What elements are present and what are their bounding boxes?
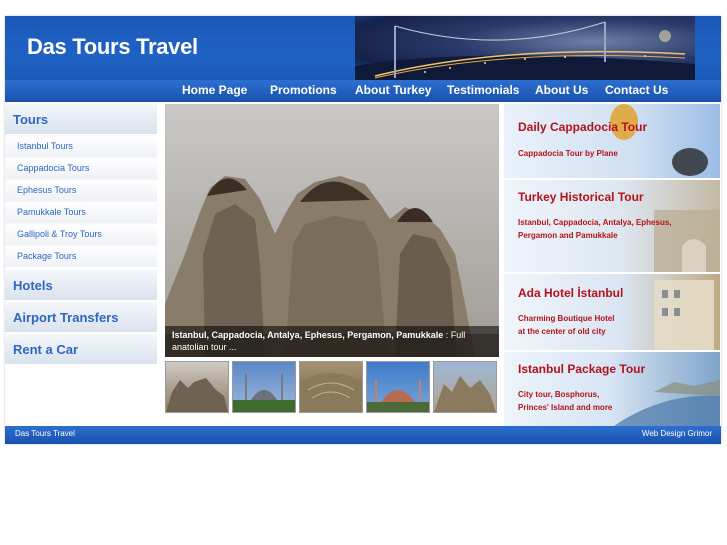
nav-promotions[interactable]: Promotions (270, 83, 337, 97)
footer-copyright: Das Tours Travel (15, 429, 75, 438)
promo-title: Ada Hotel İstanbul (518, 286, 624, 300)
main-nav: Home Page Promotions About Turkey Testim… (5, 80, 721, 102)
promo-title: Istanbul Package Tour (518, 362, 646, 376)
site-title[interactable]: Das Tours Travel (27, 34, 198, 60)
sidebar-item-rent-a-car[interactable]: Rent a Car (5, 334, 157, 364)
promo-title: Daily Cappadocia Tour (518, 120, 648, 134)
caption-bold: Istanbul, Cappadocia, Antalya, Ephesus, … (172, 330, 444, 340)
thumbnail-strip (165, 361, 501, 413)
sidebar-item-cappadocia-tours[interactable]: Cappadocia Tours (5, 157, 157, 179)
sidebar-tours-label: Tours (13, 112, 49, 127)
thumbnail-blue-mosque[interactable] (232, 361, 296, 413)
promo-istanbul-package[interactable]: Istanbul Package Tour City tour, Bosphor… (504, 352, 720, 426)
promo-line: Cappadocia Tour by Plane (518, 149, 618, 158)
thumbnail-ephesus-theatre[interactable] (299, 361, 363, 413)
sidebar-item-label: Gallipoli & Troy Tours (17, 229, 102, 239)
thumbnail-fairy-chimneys[interactable] (433, 361, 497, 413)
sidebar-item-hotels[interactable]: Hotels (5, 270, 157, 300)
header-bridge-image (355, 16, 695, 80)
sidebar-airport-label: Airport Transfers (13, 310, 119, 325)
sidebar-item-istanbul-tours[interactable]: Istanbul Tours (5, 135, 157, 157)
promo-line: at the center of old city (518, 327, 606, 336)
sidebar-rentacar-label: Rent a Car (13, 342, 79, 357)
thumbnail-hagia-sophia[interactable] (366, 361, 430, 413)
main-slideshow-image[interactable]: Istanbul, Cappadocia, Antalya, Ephesus, … (165, 104, 499, 357)
sidebar-item-airport-transfers[interactable]: Airport Transfers (5, 302, 157, 332)
sidebar-item-label: Package Tours (17, 251, 77, 261)
sidebar-item-gallipoli-troy-tours[interactable]: Gallipoli & Troy Tours (5, 223, 157, 245)
header: Das Tours Travel Home Page Promotions Ab… (5, 16, 721, 102)
sidebar-item-pamukkale-tours[interactable]: Pamukkale Tours (5, 201, 157, 223)
promo-line: Charming Boutique Hotel (518, 314, 615, 323)
sidebar-item-package-tours[interactable]: Package Tours (5, 245, 157, 267)
promo-daily-cappadocia[interactable]: Daily Cappadocia Tour Cappadocia Tour by… (504, 104, 720, 178)
caption-text: Istanbul, Cappadocia, Antalya, Ephesus, … (172, 329, 492, 353)
sidebar-item-label: Istanbul Tours (17, 141, 73, 151)
promo-ada-hotel[interactable]: Ada Hotel İstanbul Charming Boutique Hot… (504, 274, 720, 350)
nav-home-page[interactable]: Home Page (182, 83, 247, 97)
promo-text: Istanbul, Cappadocia, Antalya, Ephesus, … (518, 216, 672, 242)
sidebar-item-label: Ephesus Tours (17, 185, 77, 195)
promo-line: Princes' Island and more (518, 403, 613, 412)
nav-about-turkey[interactable]: About Turkey (355, 83, 431, 97)
footer-web-design-link[interactable]: Web Design Grimor (642, 429, 712, 438)
page-frame: Das Tours Travel Home Page Promotions Ab… (5, 16, 721, 444)
promo-line: Pergamon and Pamukkale (518, 231, 618, 240)
sidebar-item-tours[interactable]: Tours (5, 104, 157, 134)
promo-text: Charming Boutique Hotel at the center of… (518, 312, 614, 338)
sidebar-item-ephesus-tours[interactable]: Ephesus Tours (5, 179, 157, 201)
promo-text: City tour, Bosphorus, Princes' Island an… (518, 388, 612, 414)
sidebar-hotels-label: Hotels (13, 278, 53, 293)
promo-turkey-historical[interactable]: Turkey Historical Tour Istanbul, Cappado… (504, 180, 720, 272)
promo-line: City tour, Bosphorus, (518, 390, 600, 399)
promo-text: Cappadocia Tour by Plane (518, 147, 618, 160)
footer: Das Tours Travel Web Design Grimor (5, 426, 721, 444)
slideshow-caption: Istanbul, Cappadocia, Antalya, Ephesus, … (165, 326, 499, 357)
sidebar-item-label: Cappadocia Tours (17, 163, 90, 173)
nav-testimonials[interactable]: Testimonials (447, 83, 519, 97)
nav-about-us[interactable]: About Us (535, 83, 588, 97)
nav-contact-us[interactable]: Contact Us (605, 83, 668, 97)
promo-line: Istanbul, Cappadocia, Antalya, Ephesus, (518, 218, 672, 227)
promo-title: Turkey Historical Tour (518, 190, 644, 204)
thumbnail-cappadocia[interactable] (165, 361, 229, 413)
sidebar-item-label: Pamukkale Tours (17, 207, 86, 217)
